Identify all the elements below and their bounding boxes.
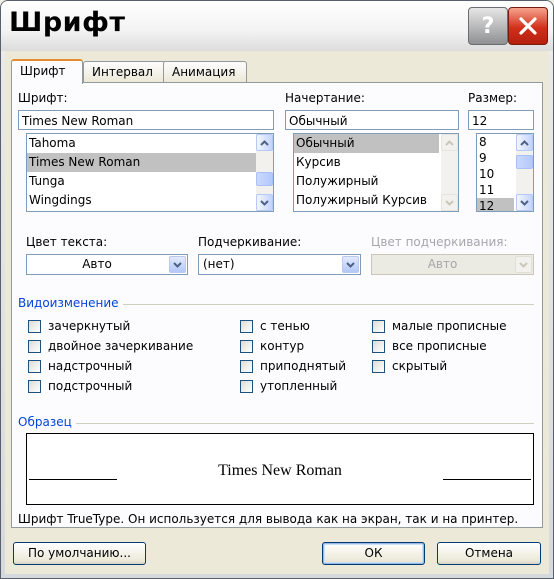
cancel-button[interactable]: Отмена	[437, 542, 541, 565]
underline-value: (нет)	[203, 257, 235, 271]
strikethrough-checkbox[interactable]	[28, 320, 41, 333]
chevron-down-icon	[519, 261, 528, 268]
chevron-down-icon	[260, 199, 269, 206]
tab-spacing[interactable]: Интервал	[83, 61, 167, 82]
list-item-selected[interactable]: Обычный	[294, 134, 439, 153]
style-list-scrollbar	[441, 134, 458, 211]
preview-box: Times New Roman	[26, 433, 534, 505]
shadow-label: с тенью	[260, 319, 310, 333]
preview-baseline-right	[443, 479, 531, 480]
underline-color-select: Авто	[371, 254, 534, 275]
dropdown-button[interactable]	[169, 256, 186, 273]
truetype-note: Шрифт TrueType. Он используется для выво…	[18, 512, 519, 526]
font-list-scrollbar[interactable]	[256, 134, 273, 211]
emboss-label: приподнятый	[260, 359, 347, 373]
small-caps-label: малые прописные	[392, 319, 507, 333]
font-dialog: Шрифт ? Шрифт Интервал Анимация Шрифт: T…	[0, 0, 554, 579]
subscript-label: подстрочный	[48, 379, 133, 393]
dropdown-button[interactable]	[342, 256, 359, 273]
chevron-up-icon	[260, 139, 269, 146]
scroll-down-button[interactable]	[256, 194, 273, 211]
double-strikethrough-checkbox[interactable]	[28, 340, 41, 353]
chevron-down-icon	[445, 199, 454, 206]
default-button[interactable]: По умолчанию...	[13, 542, 146, 565]
superscript-label: надстрочный	[48, 359, 133, 373]
size-input[interactable]: 12	[468, 110, 534, 130]
list-item[interactable]: Tunga	[27, 172, 273, 191]
tab-animation[interactable]: Анимация	[163, 61, 247, 82]
hidden-label: скрытый	[392, 359, 448, 373]
list-item-selected[interactable]: 12	[477, 198, 514, 211]
list-item[interactable]: Tahoma	[27, 134, 273, 153]
scroll-down-button[interactable]	[516, 194, 533, 211]
style-input[interactable]: Обычный	[285, 110, 459, 130]
scroll-thumb[interactable]	[516, 155, 533, 169]
question-icon: ?	[481, 13, 495, 39]
underline-label: Подчеркивание:	[198, 235, 302, 249]
scroll-down-button	[441, 194, 458, 211]
font-label: Шрифт:	[18, 91, 68, 105]
font-list[interactable]: Tahoma Times New Roman Tunga Wingdings	[26, 133, 274, 212]
effects-title: Видоизменение	[18, 296, 123, 310]
size-list-scrollbar[interactable]	[516, 134, 533, 211]
dialog-body: Шрифт Интервал Анимация Шрифт: Times New…	[5, 51, 549, 574]
chevron-down-icon	[520, 199, 529, 206]
double-strikethrough-label: двойное зачеркивание	[48, 339, 194, 353]
size-list[interactable]: 8 9 10 11 12	[476, 133, 534, 212]
close-button[interactable]	[508, 7, 548, 45]
title-bar[interactable]: Шрифт ?	[1, 1, 553, 51]
scroll-thumb[interactable]	[256, 172, 273, 186]
list-item[interactable]: Полужирный Курсив	[294, 191, 458, 210]
tab-font[interactable]: Шрифт	[11, 59, 83, 84]
font-name-input[interactable]: Times New Roman	[18, 110, 274, 130]
all-caps-label: все прописные	[392, 339, 487, 353]
underline-select[interactable]: (нет)	[198, 254, 361, 275]
preview-text: Times New Roman	[218, 462, 342, 479]
tab-panel-font: Шрифт: Times New Roman Tahoma Times New …	[11, 82, 543, 528]
superscript-checkbox[interactable]	[28, 360, 41, 373]
list-item[interactable]: Wingdings	[27, 191, 273, 210]
list-item-selected[interactable]: Times New Roman	[27, 153, 273, 172]
text-color-value: Авто	[82, 257, 112, 271]
chevron-down-icon	[173, 261, 182, 268]
outline-checkbox[interactable]	[240, 340, 253, 353]
chevron-up-icon	[520, 139, 529, 146]
style-list[interactable]: Обычный Курсив Полужирный Полужирный Кур…	[293, 133, 459, 212]
strikethrough-label: зачеркнутый	[48, 319, 131, 333]
scroll-up-button[interactable]	[516, 134, 533, 151]
engrave-checkbox[interactable]	[240, 380, 253, 393]
subscript-checkbox[interactable]	[28, 380, 41, 393]
all-caps-checkbox[interactable]	[372, 340, 385, 353]
list-item[interactable]: Курсив	[294, 153, 458, 172]
underline-color-label: Цвет подчеркивания:	[371, 235, 508, 249]
small-caps-checkbox[interactable]	[372, 320, 385, 333]
size-label: Размер:	[468, 91, 518, 105]
chevron-down-icon	[346, 261, 355, 268]
help-button[interactable]: ?	[468, 7, 508, 45]
shadow-checkbox[interactable]	[240, 320, 253, 333]
engrave-label: утопленный	[260, 379, 338, 393]
dropdown-button	[515, 256, 532, 273]
chevron-up-icon	[445, 139, 454, 146]
hidden-checkbox[interactable]	[372, 360, 385, 373]
list-item[interactable]: Полужирный	[294, 172, 458, 191]
scroll-up-button[interactable]	[256, 134, 273, 151]
window-title: Шрифт	[9, 7, 126, 38]
outline-label: контур	[260, 339, 305, 353]
style-label: Начертание:	[285, 91, 365, 105]
text-color-label: Цвет текста:	[26, 235, 108, 249]
ok-button[interactable]: ОК	[322, 542, 425, 565]
preview-title: Образец	[18, 415, 76, 429]
close-icon	[519, 17, 537, 35]
underline-color-value: Авто	[427, 257, 458, 271]
scroll-up-button	[441, 134, 458, 151]
preview-divider	[18, 423, 534, 424]
text-color-select[interactable]: Авто	[26, 254, 188, 275]
emboss-checkbox[interactable]	[240, 360, 253, 373]
